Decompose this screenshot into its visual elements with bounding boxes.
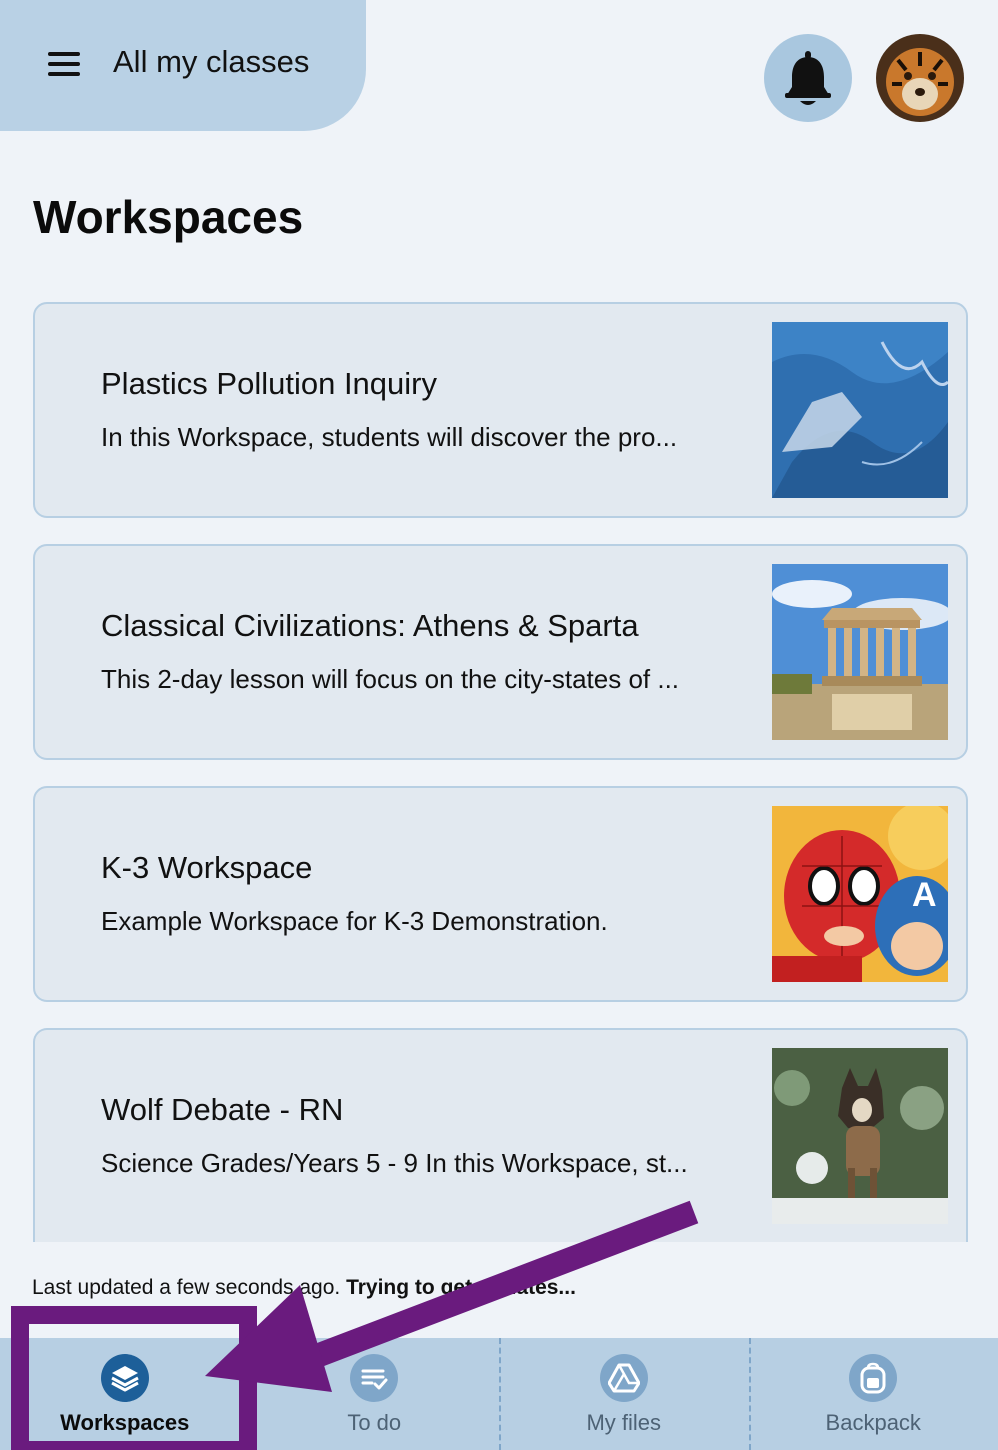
layers-icon	[100, 1354, 149, 1402]
hamburger-menu-icon[interactable]	[48, 52, 80, 76]
ocean-plastic-image	[772, 322, 948, 498]
workspace-description: Science Grades/Years 5 - 9 In this Works…	[101, 1148, 688, 1178]
workspace-title: Classical Civilizations: Athens & Sparta	[101, 608, 639, 643]
nav-label: To do	[347, 1410, 402, 1435]
nav-tab-workspaces[interactable]: Workspaces	[0, 1338, 250, 1450]
last-updated-text: Last updated a few seconds ago.	[32, 1276, 341, 1299]
trying-updates-text: Trying to get updates...	[346, 1276, 576, 1299]
workspace-card[interactable]: Wolf Debate - RN Science Grades/Years 5 …	[33, 1028, 968, 1242]
workspace-description: Example Workspace for K-3 Demonstration.	[101, 906, 608, 936]
svg-text:A: A	[912, 876, 937, 914]
nav-label: Backpack	[825, 1410, 921, 1435]
notifications-button[interactable]	[764, 34, 852, 122]
workspace-title: K-3 Workspace	[101, 850, 313, 885]
workspace-description: In this Workspace, students will discove…	[101, 422, 678, 452]
workspace-card[interactable]: Classical Civilizations: Athens & Sparta…	[33, 544, 968, 760]
checklist-icon	[350, 1354, 399, 1402]
nav-tab-my-files[interactable]: My files	[499, 1338, 749, 1450]
nav-label: My files	[586, 1410, 662, 1435]
kids-superheroes-image: A	[772, 806, 948, 982]
bottom-navigation: Workspaces To do My files Backpack	[0, 1338, 998, 1450]
page-title: Workspaces	[33, 191, 304, 243]
user-avatar[interactable]	[876, 34, 964, 122]
workspace-card[interactable]: K-3 Workspace Example Workspace for K-3 …	[33, 786, 968, 1002]
class-selector-title[interactable]: All my classes	[113, 44, 309, 80]
workspace-description: This 2-day lesson will focus on the city…	[101, 664, 680, 694]
nav-tab-backpack[interactable]: Backpack	[748, 1338, 998, 1450]
workspace-card[interactable]: Plastics Pollution Inquiry In this Works…	[33, 302, 968, 518]
backpack-icon	[849, 1354, 898, 1402]
tiger-avatar-image	[876, 34, 964, 122]
header-tab: All my classes	[0, 0, 366, 131]
nav-tab-todo[interactable]: To do	[249, 1338, 500, 1450]
bell-icon	[785, 51, 831, 105]
workspace-title: Wolf Debate - RN	[101, 1092, 344, 1127]
nav-label: Workspaces	[60, 1410, 190, 1435]
workspace-title: Plastics Pollution Inquiry	[101, 366, 437, 401]
drive-icon	[599, 1354, 648, 1402]
wolf-dog-image	[772, 1048, 948, 1224]
sync-status: Last updated a few seconds ago. Trying t…	[32, 1276, 576, 1300]
parthenon-image	[772, 564, 948, 740]
